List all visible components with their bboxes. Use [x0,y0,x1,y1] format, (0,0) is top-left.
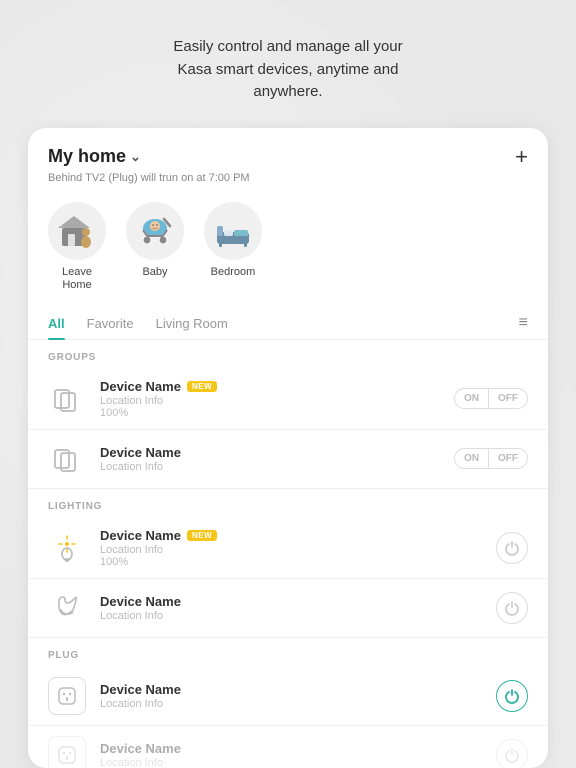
device-info-g1: Device Name NEW Location Info 100% [100,379,440,419]
power-button-l1[interactable] [496,532,528,564]
device-location-l1: Location Info [100,544,482,556]
scene-leave-home-label: LeaveHome [62,266,92,292]
device-info-l2: Device Name Location Info [100,594,482,622]
card-header: My home ⌄ + [28,128,548,172]
device-location-p1: Location Info [100,698,482,710]
tab-menu-icon[interactable]: ≡ [519,314,528,332]
schedule-text: Behind TV2 (Plug) will trun on at 7:00 P… [28,172,548,194]
lighting-icon-2 [48,589,86,627]
device-info-p1: Device Name Location Info [100,682,482,710]
plug-icon-1 [48,677,86,715]
device-name-row-p1: Device Name [100,682,482,697]
scene-baby-icon [126,202,184,260]
device-info-p2: Device Name Location Info [100,741,482,768]
scene-bedroom-icon [204,202,262,260]
device-name-row-p2: Device Name [100,741,482,756]
table-row: Device Name Location Info [28,667,548,726]
onoff-toggle-g1[interactable]: ON OFF [454,388,528,409]
new-badge-g1: NEW [187,381,217,392]
device-name-row-l2: Device Name [100,594,482,609]
tab-favorite[interactable]: Favorite [87,308,134,339]
tagline: Easily control and manage all your Kasa … [113,36,462,104]
scene-bedroom-label: Bedroom [211,266,256,279]
device-info-g2: Device Name Location Info [100,445,440,473]
scene-baby-label: Baby [142,266,167,279]
table-row: Device Name Location Info [28,726,548,768]
power-button-p1[interactable] [496,680,528,712]
device-info-l1: Device Name NEW Location Info 100% [100,528,482,568]
chevron-down-icon: ⌄ [130,149,141,165]
add-button[interactable]: + [515,146,528,168]
section-groups-label: GROUPS [28,340,548,369]
power-button-l2[interactable] [496,592,528,624]
section-plug-label: PLUG [28,638,548,667]
table-row: Device Name NEW Location Info 100% [28,518,548,579]
plug-icon-2 [48,736,86,768]
device-name-row-l1: Device Name NEW [100,528,482,543]
table-row: Device Name NEW Location Info 100% ON OF… [28,369,548,430]
main-card: My home ⌄ + Behind TV2 (Plug) will trun … [28,128,548,768]
off-button-g1[interactable]: OFF [489,389,527,408]
power-button-p2[interactable] [496,739,528,768]
device-location-p2: Location Info [100,757,482,768]
onoff-toggle-g2[interactable]: ON OFF [454,448,528,469]
off-button-g2[interactable]: OFF [489,449,527,468]
device-name-l1: Device Name [100,528,181,543]
scenes-row: LeaveHome [28,194,548,308]
tagline-line2: Kasa smart devices, anytime and [178,61,399,78]
home-title[interactable]: My home ⌄ [48,146,141,167]
groups-icon-1 [48,380,86,418]
tagline-line1: Easily control and manage all your [173,38,402,55]
device-name-row-g1: Device Name NEW [100,379,440,394]
on-button-g1[interactable]: ON [455,389,489,408]
device-location-l2: Location Info [100,610,482,622]
lighting-icon-1 [48,529,86,567]
scene-leave-home-icon [48,202,106,260]
device-name-l2: Device Name [100,594,181,609]
on-button-g2[interactable]: ON [455,449,489,468]
device-location-g2: Location Info [100,461,440,473]
table-row: Device Name Location Info [28,579,548,638]
device-location-g1: Location Info [100,395,440,407]
table-row: Device Name Location Info ON OFF [28,430,548,489]
groups-icon-2 [48,440,86,478]
tabs-bar: All Favorite Living Room ≡ [28,308,548,340]
scene-baby[interactable]: Baby [126,202,184,292]
scene-bedroom[interactable]: Bedroom [204,202,262,292]
tagline-line3: anywhere. [253,83,322,100]
device-name-row-g2: Device Name [100,445,440,460]
tab-all[interactable]: All [48,308,65,339]
device-name-g1: Device Name [100,379,181,394]
scene-leave-home[interactable]: LeaveHome [48,202,106,292]
device-name-p1: Device Name [100,682,181,697]
device-name-g2: Device Name [100,445,181,460]
device-percent-g1: 100% [100,407,440,419]
new-badge-l1: NEW [187,530,217,541]
device-name-p2: Device Name [100,741,181,756]
device-percent-l1: 100% [100,556,482,568]
section-lighting-label: LIGHTING [28,489,548,518]
page: Easily control and manage all your Kasa … [0,0,576,768]
device-list: GROUPS Device Name NEW Location Info 100… [28,340,548,768]
home-name-label: My home [48,146,126,167]
tab-living-room[interactable]: Living Room [156,308,228,339]
